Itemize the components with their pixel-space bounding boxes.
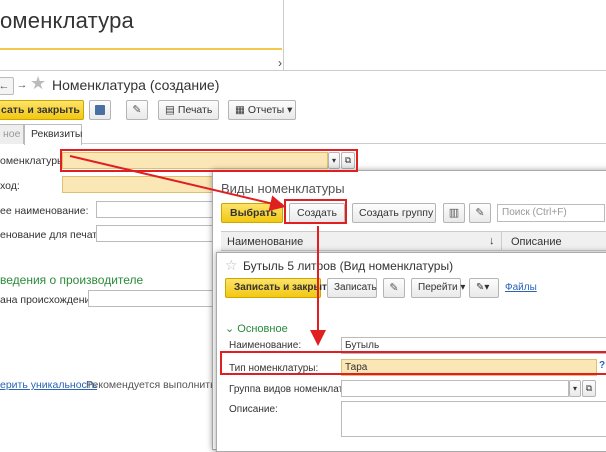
annotation-arrows	[69, 155, 326, 346]
arrow-kind-to-create	[69, 155, 286, 212]
